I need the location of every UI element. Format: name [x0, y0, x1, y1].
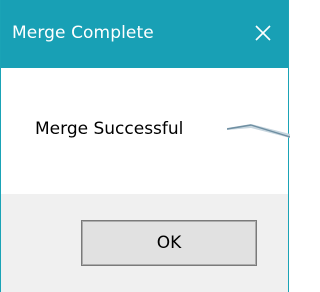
merge-dialog: Merge Complete Merge Successful OK [0, 0, 290, 292]
callout-arrow-line [227, 124, 290, 138]
dialog-titlebar[interactable]: Merge Complete [1, 0, 288, 68]
success-message: Merge Successful [35, 119, 184, 139]
dialog-body: Merge Successful [1, 68, 290, 194]
close-button[interactable] [248, 18, 278, 48]
dialog-title: Merge Complete [12, 23, 154, 43]
dialog-footer: OK [1, 194, 288, 292]
ok-button[interactable]: OK [81, 220, 257, 266]
